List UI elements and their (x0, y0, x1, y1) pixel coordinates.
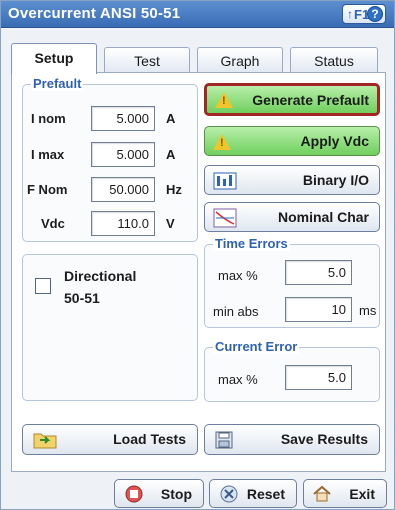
chart-icon (213, 208, 237, 231)
window-title: Overcurrent ANSI 50-51 (8, 5, 181, 22)
generate-prefault-button[interactable]: Generate Prefault (204, 83, 380, 116)
current-max-label: max % (218, 372, 258, 387)
imax-label: I max (31, 147, 65, 162)
help-arrow-icon: ↑ (347, 7, 353, 21)
stop-label: Stop (160, 486, 192, 502)
imax-field[interactable]: 5.000 (91, 142, 155, 167)
directional-sub-label: 50-51 (64, 290, 100, 306)
stop-icon (125, 485, 143, 506)
directional-label: Directional (64, 268, 137, 284)
reset-icon (220, 485, 238, 506)
load-tests-label: Load Tests (113, 431, 186, 447)
footer-bar: Stop Reset Exit (1, 478, 394, 509)
current-error-group: Current Error max % 5.0 (204, 339, 380, 402)
binary-io-label: Binary I/O (302, 172, 369, 188)
title-bar: Overcurrent ANSI 50-51 ↑ F1 ? (1, 1, 394, 28)
load-folder-icon (33, 431, 57, 452)
binary-io-button[interactable]: Binary I/O (204, 165, 380, 195)
time-errors-group: Time Errors max % 5.0 min abs 10 ms (204, 236, 380, 328)
save-results-button[interactable]: Save Results (204, 424, 380, 455)
time-max-label: max % (218, 268, 258, 283)
nominal-char-label: Nominal Char (277, 209, 369, 225)
apply-vdc-button[interactable]: Apply Vdc (204, 126, 380, 156)
reset-button[interactable]: Reset (209, 479, 297, 508)
generate-prefault-label: Generate Prefault (252, 92, 369, 108)
binary-io-icon (213, 171, 237, 194)
directional-checkbox[interactable] (35, 278, 51, 294)
time-min-label: min abs (213, 304, 259, 319)
nominal-char-button[interactable]: Nominal Char (204, 202, 380, 232)
warning-icon (215, 92, 233, 108)
application-window: Overcurrent ANSI 50-51 ↑ F1 ? Setup Test… (0, 0, 395, 510)
tab-status[interactable]: Status (290, 47, 378, 73)
save-disk-icon (215, 431, 235, 452)
directional-group: Directional 50-51 (22, 254, 198, 401)
current-max-field[interactable]: 5.0 (285, 365, 352, 390)
fnom-label: F Nom (27, 182, 68, 197)
help-button[interactable]: ↑ F1 ? (342, 4, 386, 24)
imax-unit: A (166, 147, 176, 162)
load-tests-button[interactable]: Load Tests (22, 424, 198, 455)
setup-panel: Prefault I nom 5.000 A I max 5.000 A F N… (11, 72, 386, 472)
vdc-unit: V (166, 216, 175, 231)
prefault-group-title: Prefault (31, 76, 84, 91)
tab-setup[interactable]: Setup (11, 43, 97, 74)
fnom-field[interactable]: 50.000 (91, 177, 155, 202)
tab-test[interactable]: Test (104, 47, 190, 73)
exit-button[interactable]: Exit (303, 479, 387, 508)
vdc-field[interactable]: 110.0 (91, 211, 155, 236)
time-errors-title: Time Errors (213, 236, 290, 251)
inom-unit: A (166, 111, 176, 126)
apply-vdc-label: Apply Vdc (300, 133, 369, 149)
warning-icon (213, 134, 231, 150)
reset-label: Reset (246, 486, 285, 502)
current-error-title: Current Error (213, 339, 300, 354)
prefault-group: Prefault I nom 5.000 A I max 5.000 A F N… (22, 76, 198, 242)
vdc-label: Vdc (41, 216, 65, 231)
time-min-unit: ms (359, 303, 377, 318)
home-icon (312, 485, 332, 506)
fnom-unit: Hz (166, 182, 182, 197)
stop-button[interactable]: Stop (114, 479, 204, 508)
inom-label: I nom (31, 111, 66, 126)
help-question-icon: ? (367, 6, 383, 22)
tab-bar: Setup Test Graph Status (11, 43, 386, 74)
time-min-field[interactable]: 10 (285, 297, 352, 322)
exit-label: Exit (349, 486, 375, 502)
save-results-label: Save Results (280, 431, 368, 447)
inom-field[interactable]: 5.000 (91, 106, 155, 131)
time-max-field[interactable]: 5.0 (285, 260, 352, 285)
tab-graph[interactable]: Graph (197, 47, 283, 73)
